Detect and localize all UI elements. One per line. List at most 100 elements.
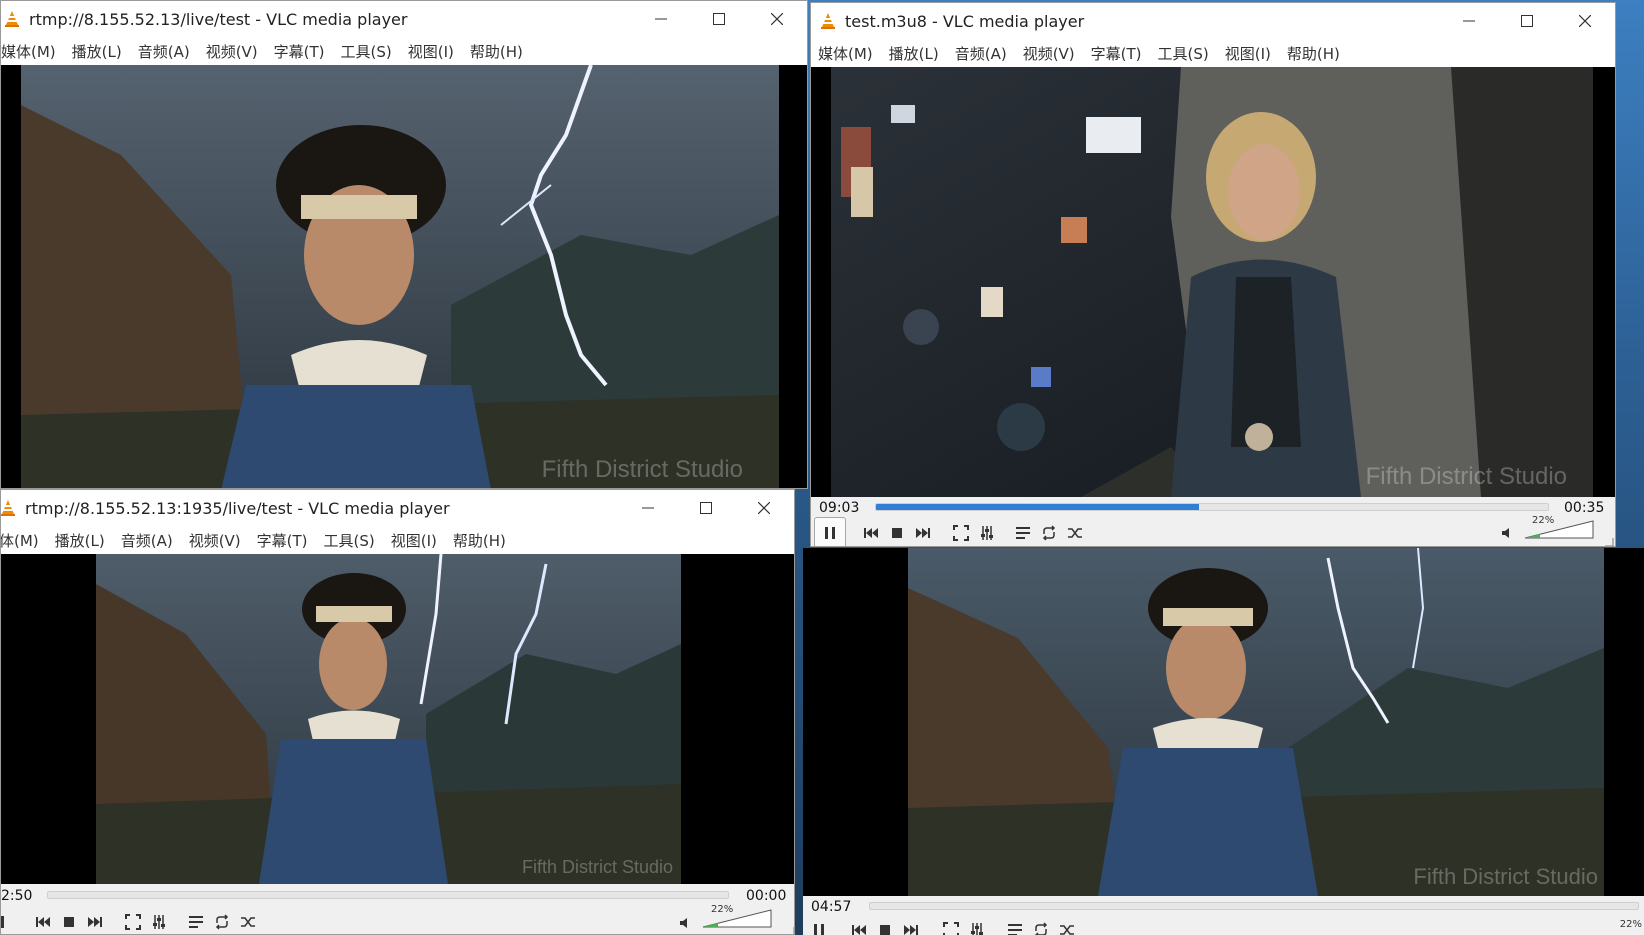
menu-subtitle[interactable]: 字幕(T)	[274, 41, 325, 62]
menu-media[interactable]: 媒体(M)	[1, 41, 56, 62]
menu-playback[interactable]: 播放(L)	[72, 41, 122, 62]
loop-button[interactable]	[210, 910, 234, 934]
fullscreen-button[interactable]	[121, 910, 145, 934]
speaker-icon[interactable]	[1501, 527, 1513, 539]
vlc-window-3[interactable]: rtmp://8.155.52.13:1935/live/test - VLC …	[0, 489, 795, 935]
minimize-button[interactable]	[633, 1, 689, 37]
menu-view[interactable]: 视图(I)	[408, 41, 454, 62]
seek-bar[interactable]	[47, 891, 729, 899]
stop-button[interactable]	[57, 910, 81, 934]
elapsed-time: 04:57	[811, 899, 852, 915]
extended-settings-button[interactable]	[147, 910, 171, 934]
menu-video[interactable]: 视频(V)	[1023, 43, 1075, 64]
previous-button[interactable]	[847, 918, 871, 935]
playlist-button[interactable]	[1003, 918, 1027, 935]
menu-view[interactable]: 视图(I)	[391, 530, 437, 551]
menu-help[interactable]: 帮助(H)	[453, 530, 506, 551]
stop-button[interactable]	[885, 521, 909, 545]
menu-tools[interactable]: 工具(S)	[1158, 43, 1209, 64]
fullscreen-button[interactable]	[939, 918, 963, 935]
window-title: rtmp://8.155.52.13:1935/live/test - VLC …	[25, 498, 450, 518]
minimize-button[interactable]	[1441, 3, 1497, 39]
maximize-button[interactable]	[678, 490, 734, 526]
menu-media[interactable]: 体(M)	[1, 530, 39, 551]
menu-audio[interactable]: 音频(A)	[121, 530, 173, 551]
close-button[interactable]	[736, 490, 792, 526]
video-area[interactable]: Fifth District Studio	[803, 548, 1644, 896]
menu-audio[interactable]: 音频(A)	[955, 43, 1007, 64]
minimize-button[interactable]	[620, 490, 676, 526]
extended-settings-button[interactable]	[965, 918, 989, 935]
volume-label: 22%	[1532, 515, 1555, 526]
next-button[interactable]	[83, 910, 107, 934]
elapsed-time: 09:03	[819, 500, 860, 516]
controls-panel: 09:03 00:35 22%	[811, 497, 1615, 547]
menu-playback[interactable]: 播放(L)	[55, 530, 105, 551]
window-title: rtmp://8.155.52.13/live/test - VLC media…	[29, 9, 408, 29]
video-watermark: Fifth District Studio	[1365, 463, 1567, 490]
fullscreen-button[interactable]	[949, 521, 973, 545]
next-button[interactable]	[899, 918, 923, 935]
title-bar[interactable]: rtmp://8.155.52.13:1935/live/test - VLC …	[1, 490, 794, 526]
stop-button[interactable]	[873, 918, 897, 935]
vlc-window-1[interactable]: rtmp://8.155.52.13/live/test - VLC media…	[0, 0, 808, 489]
window-title: test.m3u8 - VLC media player	[845, 11, 1085, 31]
maximize-button[interactable]	[691, 1, 747, 37]
resize-grip-icon[interactable]	[1604, 537, 1614, 547]
next-button[interactable]	[911, 521, 935, 545]
video-watermark: Fifth District Studio	[541, 456, 743, 483]
loop-button[interactable]	[1029, 918, 1053, 935]
video-watermark: Fifth District Studio	[1413, 864, 1598, 889]
video-frame-boy: Fifth District Studio	[21, 65, 779, 488]
speaker-icon[interactable]	[679, 917, 691, 929]
menu-bar: 体(M) 播放(L) 音频(A) 视频(V) 字幕(T) 工具(S) 视图(I)…	[1, 526, 794, 554]
playlist-button[interactable]	[1011, 521, 1035, 545]
close-button[interactable]	[749, 1, 805, 37]
vlc-cone-icon	[1, 500, 15, 516]
extended-settings-button[interactable]	[975, 521, 999, 545]
pause-button[interactable]	[807, 918, 831, 935]
vlc-window-2[interactable]: test.m3u8 - VLC media player 媒体(M) 播放(L)…	[810, 2, 1616, 547]
controls-panel: 04:57 22%	[803, 896, 1644, 935]
seek-fill	[876, 504, 1199, 510]
close-button[interactable]	[1557, 3, 1613, 39]
seek-bar[interactable]	[875, 503, 1549, 511]
vlc-window-4[interactable]: Fifth District Studio 04:57 22%	[803, 548, 1644, 935]
menu-help[interactable]: 帮助(H)	[470, 41, 523, 62]
video-area[interactable]: Fifth District Studio	[811, 67, 1615, 497]
shuffle-button[interactable]	[1063, 521, 1087, 545]
menu-playback[interactable]: 播放(L)	[889, 43, 939, 64]
video-frame-boy	[908, 548, 1604, 896]
volume-label: 22%	[1619, 919, 1642, 930]
menu-bar: 媒体(M) 播放(L) 音频(A) 视频(V) 字幕(T) 工具(S) 视图(I…	[811, 39, 1615, 67]
menu-video[interactable]: 视频(V)	[189, 530, 241, 551]
shuffle-button[interactable]	[1055, 918, 1079, 935]
playlist-button[interactable]	[184, 910, 208, 934]
volume-label: 22%	[711, 904, 734, 915]
vlc-cone-icon	[5, 11, 19, 27]
menu-video[interactable]: 视频(V)	[206, 41, 258, 62]
menu-subtitle[interactable]: 字幕(T)	[257, 530, 308, 551]
title-bar[interactable]: rtmp://8.155.52.13/live/test - VLC media…	[1, 1, 807, 37]
resize-grip-icon[interactable]	[785, 926, 795, 935]
menu-media[interactable]: 媒体(M)	[818, 43, 873, 64]
shuffle-button[interactable]	[236, 910, 260, 934]
menu-view[interactable]: 视图(I)	[1225, 43, 1271, 64]
loop-button[interactable]	[1037, 521, 1061, 545]
menu-audio[interactable]: 音频(A)	[138, 41, 190, 62]
seek-bar[interactable]	[869, 902, 1639, 910]
menu-help[interactable]: 帮助(H)	[1287, 43, 1340, 64]
pause-button[interactable]	[814, 517, 846, 546]
menu-tools[interactable]: 工具(S)	[324, 530, 375, 551]
video-area[interactable]: Fifth District Studio	[1, 554, 794, 884]
title-bar[interactable]: test.m3u8 - VLC media player	[811, 3, 1615, 39]
previous-button[interactable]	[859, 521, 883, 545]
remaining-time: 00:35	[1564, 500, 1605, 516]
menu-subtitle[interactable]: 字幕(T)	[1091, 43, 1142, 64]
previous-button[interactable]	[31, 910, 55, 934]
video-area[interactable]: Fifth District Studio	[1, 65, 807, 488]
maximize-button[interactable]	[1499, 3, 1555, 39]
video-watermark: Fifth District Studio	[521, 857, 673, 877]
menu-tools[interactable]: 工具(S)	[341, 41, 392, 62]
pause-button[interactable]	[1, 910, 13, 934]
